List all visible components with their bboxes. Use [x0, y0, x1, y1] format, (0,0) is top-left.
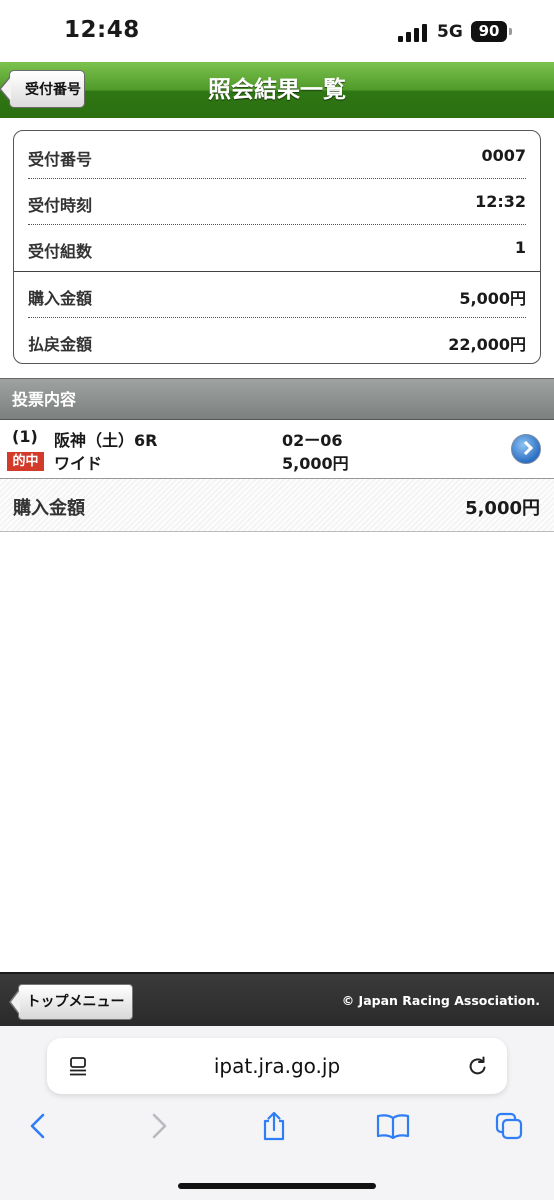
row-value: 22,000円: [448, 335, 526, 354]
copyright: © Japan Racing Association.: [341, 993, 540, 1008]
receipt-row-purchase: 購入金額 5,000円: [28, 272, 526, 318]
signal-icon: [398, 24, 428, 42]
bet-list-item[interactable]: (1) 阪神（土）6R 02ー06 的中 ワイド 5,000円: [0, 420, 554, 478]
bet-number: (1): [12, 427, 38, 446]
section-header: 投票内容: [0, 378, 554, 420]
row-label: 受付番号: [28, 150, 93, 169]
back-arrow-icon[interactable]: [24, 1110, 54, 1142]
bookmarks-icon[interactable]: [376, 1110, 410, 1142]
row-label: 購入金額: [28, 289, 93, 308]
tabs-icon[interactable]: [494, 1110, 524, 1142]
receipt-card: 受付番号 0007 受付時刻 12:32 受付組数 1 購入金額 5,000円 …: [13, 130, 541, 364]
chevron-right-icon[interactable]: [511, 434, 541, 464]
row-value: 0007: [481, 146, 526, 165]
bet-amount: 5,000円: [282, 454, 349, 473]
top-menu-button[interactable]: トップメニュー: [9, 984, 133, 1020]
row-label: 払戻金額: [28, 335, 93, 354]
app-footer: トップメニュー © Japan Racing Association.: [0, 972, 554, 1028]
app-header: 照会結果一覧 受付番号: [0, 62, 554, 118]
reload-icon[interactable]: [466, 1054, 490, 1078]
bet-race: 阪神（土）6R: [54, 431, 158, 450]
battery-tip: [509, 28, 512, 35]
row-label: 受付時刻: [28, 196, 93, 215]
back-button[interactable]: 受付番号: [0, 70, 85, 108]
url-text: ipat.jra.go.jp: [213, 1054, 341, 1078]
url-bar[interactable]: ipat.jra.go.jp: [47, 1038, 507, 1094]
receipt-row-count: 受付組数 1: [28, 225, 526, 271]
home-indicator: [178, 1183, 376, 1189]
row-label: 受付組数: [28, 242, 93, 261]
receipt-row-time: 受付時刻 12:32: [28, 179, 526, 225]
receipt-row-payout: 払戻金額 22,000円: [28, 318, 526, 364]
hit-badge: 的中: [7, 452, 44, 471]
status-bar: 12:48 5G 90: [0, 0, 554, 62]
bet-combination: 02ー06: [282, 431, 343, 450]
share-icon[interactable]: [259, 1110, 289, 1142]
row-value: 5,000円: [459, 289, 526, 308]
status-time: 12:48: [64, 17, 140, 43]
total-value: 5,000円: [465, 498, 540, 519]
receipt-row-number: 受付番号 0007: [28, 133, 526, 179]
browser-toolbar: ipat.jra.go.jp: [0, 1026, 554, 1200]
battery-icon: 90: [471, 21, 507, 42]
total-label: 購入金額: [13, 498, 85, 519]
forward-arrow-icon[interactable]: [143, 1110, 173, 1142]
total-row: 購入金額 5,000円: [0, 478, 554, 532]
bet-type: ワイド: [54, 454, 103, 473]
network-type: 5G: [437, 22, 463, 42]
row-value: 1: [514, 238, 526, 257]
row-value: 12:32: [475, 192, 526, 211]
